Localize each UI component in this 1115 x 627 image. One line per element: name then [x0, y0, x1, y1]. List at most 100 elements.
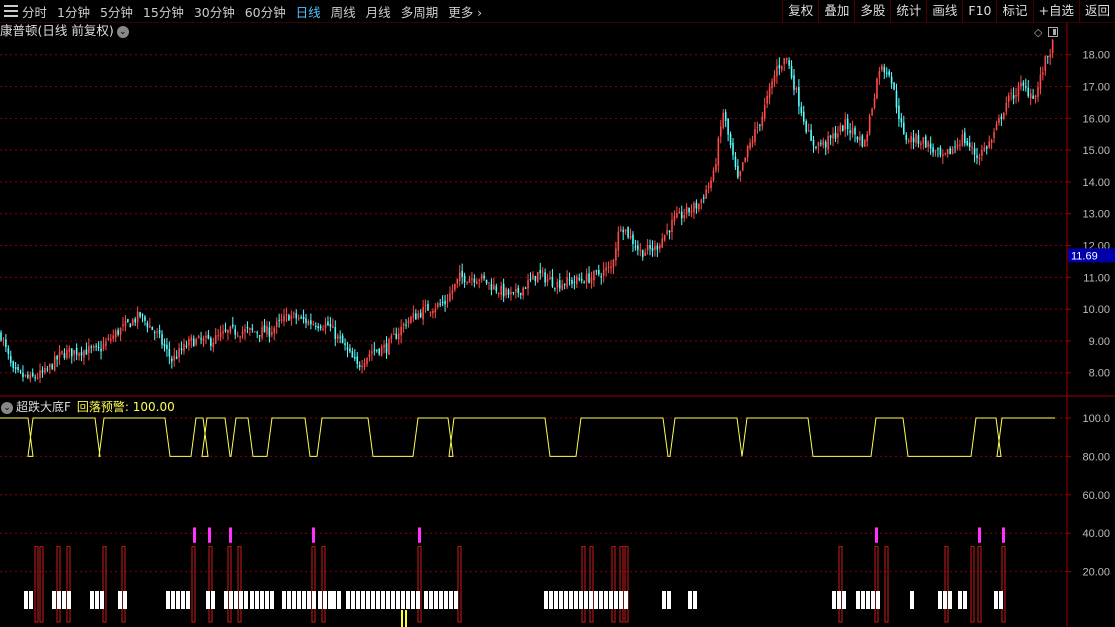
candle-body: [166, 344, 168, 349]
candle-body: [251, 328, 254, 330]
candle-body: [595, 270, 598, 272]
candle-body: [622, 230, 624, 233]
candle-body: [436, 303, 439, 308]
candle-body: [461, 270, 463, 277]
magenta-bar: [208, 527, 211, 543]
candle-body: [239, 336, 241, 338]
warning-line: [0, 417, 1055, 457]
candle-body: [727, 118, 729, 135]
candle-body: [378, 348, 380, 355]
candle-body: [161, 334, 163, 345]
candle-body: [31, 372, 34, 377]
candle-body: [39, 370, 41, 378]
candle-body: [141, 314, 144, 316]
white-bar: [366, 591, 370, 609]
candle-body: [651, 247, 654, 252]
red-bar: [66, 546, 71, 623]
candle-body: [837, 133, 839, 138]
candle-body: [881, 65, 883, 71]
candle-body: [139, 312, 141, 317]
candle-body: [785, 57, 788, 61]
candle-body: [766, 95, 768, 104]
candle-body: [700, 199, 703, 203]
candle-body: [839, 125, 842, 132]
white-bar: [57, 591, 61, 609]
white-bar: [297, 591, 301, 609]
y-tick-label: 14.00: [1082, 177, 1110, 189]
white-bar: [100, 591, 104, 609]
candle-body: [27, 374, 29, 378]
candle-body: [644, 252, 646, 256]
candle-body: [300, 317, 302, 319]
candle-body: [214, 335, 217, 344]
candle-body: [493, 284, 495, 290]
candle-body: [417, 313, 420, 319]
candle-body: [88, 346, 90, 353]
candle-body: [844, 119, 847, 130]
candle-body: [363, 363, 366, 368]
candle-body: [131, 319, 134, 326]
candle-body: [834, 132, 837, 139]
candle-body: [68, 348, 71, 352]
candle-body: [602, 269, 605, 276]
white-bar: [871, 591, 875, 609]
candle-body: [427, 303, 429, 311]
candle-body: [678, 211, 681, 214]
candle-body: [1046, 55, 1049, 57]
candle-body: [253, 331, 256, 333]
candle-body: [510, 292, 512, 295]
ind-y-tick-label: 60.00: [1082, 490, 1110, 502]
candle-body: [310, 320, 312, 325]
magenta-bar: [312, 527, 315, 543]
candle-body: [51, 364, 54, 370]
white-bar: [549, 591, 553, 609]
candle-body: [527, 280, 529, 289]
white-bar: [312, 591, 316, 609]
candle-body: [502, 283, 505, 297]
candle-body: [951, 148, 954, 155]
candle-body: [90, 346, 93, 348]
candle-body: [200, 338, 202, 340]
candle-body: [236, 335, 239, 337]
chart-canvas[interactable]: 18.0017.0016.0015.0014.0013.0012.0011.00…: [0, 0, 1115, 627]
candle-body: [990, 139, 993, 143]
candle-body: [61, 350, 63, 354]
candle-body: [824, 141, 827, 148]
candle-body: [988, 141, 990, 148]
candle-body: [117, 329, 119, 335]
candle-body: [578, 278, 581, 280]
candle-body: [854, 127, 856, 135]
white-bar: [181, 591, 185, 609]
candle-body: [666, 230, 668, 234]
candle-body: [688, 207, 690, 213]
candle-body: [515, 289, 517, 292]
candle-body: [446, 301, 449, 303]
candle-body: [558, 280, 561, 289]
candle-body: [263, 325, 266, 333]
white-bar: [614, 591, 618, 609]
candle-body: [973, 148, 976, 155]
candle-body: [424, 304, 427, 307]
candle-body: [668, 230, 671, 233]
candle-body: [173, 355, 176, 361]
candle-body: [707, 185, 710, 188]
candle-body: [122, 324, 124, 326]
candle-body: [932, 147, 934, 153]
white-bar: [123, 591, 127, 609]
candle-body: [954, 146, 956, 148]
red-bar: [121, 546, 126, 623]
candle-body: [832, 133, 834, 139]
candle-body: [1012, 95, 1015, 99]
candle-body: [822, 140, 825, 146]
white-bar: [29, 591, 33, 609]
magenta-bar: [229, 527, 232, 543]
candle-body: [205, 335, 207, 338]
red-bar: [970, 546, 975, 623]
candle-body: [278, 319, 280, 321]
white-bar: [356, 591, 360, 609]
candle-body: [136, 311, 139, 323]
candle-body: [1051, 39, 1054, 54]
candle-body: [761, 116, 764, 127]
red-bar: [884, 546, 889, 623]
white-bar: [411, 591, 415, 609]
